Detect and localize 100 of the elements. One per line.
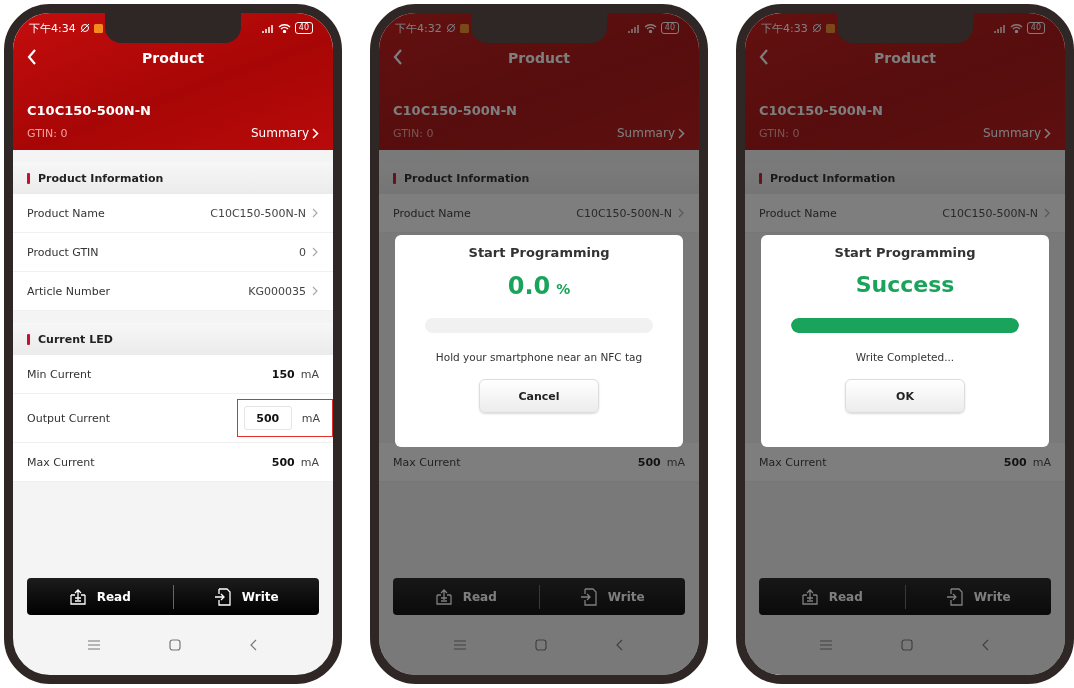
accent-bar xyxy=(27,172,30,184)
signal-icon xyxy=(261,23,274,33)
gtin-label: GTIN: 0 xyxy=(27,126,68,140)
battery-indicator: 40 xyxy=(660,22,679,34)
section-title: Current LED xyxy=(38,332,113,346)
page-title: Product xyxy=(874,50,936,66)
action-button[interactable]: Read xyxy=(759,578,905,615)
home-icon[interactable] xyxy=(535,639,547,651)
chevron-icon xyxy=(312,127,319,139)
accent-bar xyxy=(759,172,762,184)
menu-icon[interactable] xyxy=(87,640,100,650)
status-time: 下午4:33 xyxy=(761,20,808,36)
row-value: 500 xyxy=(637,455,661,469)
unit-label: mA xyxy=(666,455,685,469)
row-label: Product GTIN xyxy=(27,245,99,259)
unit-label: mA xyxy=(300,367,319,381)
status-value: Success xyxy=(855,272,955,297)
dialog-message: Hold your smartphone near an NFC tag xyxy=(435,351,643,363)
battery-indicator: 40 xyxy=(294,22,313,34)
section-title: Product Information xyxy=(404,171,530,185)
row-label: Product Name xyxy=(27,206,105,220)
accent-bar xyxy=(393,172,396,184)
row-value: 500 xyxy=(1003,455,1027,469)
row-label: Product Name xyxy=(393,206,471,220)
product-name: C10C150-500N-N xyxy=(393,103,518,118)
list-row[interactable]: Product GTIN 0 xyxy=(13,233,333,272)
alarm-off-icon xyxy=(445,23,456,33)
list-row[interactable]: Product Name C10C150-500N-N xyxy=(13,194,333,233)
row-label: Product Name xyxy=(759,206,837,220)
app-notification-icon xyxy=(459,23,469,33)
summary-link[interactable]: Summary xyxy=(983,126,1051,140)
document-arrow-icon xyxy=(945,587,964,606)
action-button[interactable]: Read xyxy=(393,578,539,615)
section-title: Product Information xyxy=(38,171,164,185)
action-button[interactable]: Read xyxy=(27,578,173,615)
row-value: 500 xyxy=(271,455,295,469)
unit-label: mA xyxy=(300,455,319,469)
back-button[interactable] xyxy=(393,48,403,66)
page-title: Product xyxy=(508,50,570,66)
row-value: C10C150-500N-N xyxy=(942,206,1038,220)
chevron-icon xyxy=(312,247,319,257)
menu-icon[interactable] xyxy=(819,640,832,650)
chevron-icon xyxy=(312,286,319,296)
page-title: Product xyxy=(142,50,204,66)
percent-unit: % xyxy=(556,281,571,297)
row-label: Max Current xyxy=(393,455,461,469)
section-title: Product Information xyxy=(770,171,896,185)
gtin-label: GTIN: 0 xyxy=(759,126,800,140)
wifi-icon xyxy=(643,23,657,33)
action-button[interactable]: Write xyxy=(173,578,319,615)
action-button[interactable]: Write xyxy=(905,578,1051,615)
dialog-message: Write Completed... xyxy=(855,351,955,363)
action-button[interactable]: Write xyxy=(539,578,685,615)
document-arrow-icon xyxy=(579,587,598,606)
back-icon[interactable] xyxy=(250,639,259,651)
alarm-off-icon xyxy=(79,23,90,33)
alarm-off-icon xyxy=(811,23,822,33)
current-input[interactable]: 500 xyxy=(243,406,292,430)
row-label: Min Current xyxy=(27,367,92,381)
row-value: C10C150-500N-N xyxy=(210,206,306,220)
summary-link[interactable]: Summary xyxy=(617,126,685,140)
chevron-icon xyxy=(1044,208,1051,218)
tray-upload-icon xyxy=(68,587,87,606)
battery-indicator: 40 xyxy=(1026,22,1045,34)
app-notification-icon xyxy=(825,23,835,33)
product-name: C10C150-500N-N xyxy=(27,103,152,118)
app-notification-icon xyxy=(93,23,103,33)
back-icon[interactable] xyxy=(616,639,625,651)
chevron-icon xyxy=(678,127,685,139)
list-row[interactable]: Article Number KG000035 xyxy=(13,272,333,311)
row-value: KG000035 xyxy=(248,284,306,298)
unit-label: mA xyxy=(301,411,320,425)
status-time: 下午4:32 xyxy=(395,20,442,36)
signal-icon xyxy=(627,23,640,33)
row-value: 150 xyxy=(271,367,295,381)
status-value: 0.0 xyxy=(507,272,551,300)
home-icon[interactable] xyxy=(901,639,913,651)
menu-icon[interactable] xyxy=(453,640,466,650)
home-icon[interactable] xyxy=(169,639,181,651)
back-button[interactable] xyxy=(27,48,37,66)
wifi-icon xyxy=(1009,23,1023,33)
tray-upload-icon xyxy=(434,587,453,606)
row-value: 0 xyxy=(299,245,306,259)
chevron-icon xyxy=(312,208,319,218)
chevron-icon xyxy=(678,208,685,218)
row-label: Output Current xyxy=(27,411,111,425)
dialog-button[interactable]: Cancel xyxy=(479,379,599,413)
dialog-title: Start Programming xyxy=(468,245,610,260)
row-value: C10C150-500N-N xyxy=(576,206,672,220)
chevron-icon xyxy=(1044,127,1051,139)
signal-icon xyxy=(993,23,1006,33)
back-icon[interactable] xyxy=(982,639,991,651)
list-row[interactable]: Product Name C10C150-500N-N xyxy=(745,194,1065,233)
unit-label: mA xyxy=(1032,455,1051,469)
summary-link[interactable]: Summary xyxy=(251,126,319,140)
dialog-button[interactable]: OK xyxy=(845,379,965,413)
tray-upload-icon xyxy=(800,587,819,606)
back-button[interactable] xyxy=(759,48,769,66)
list-row[interactable]: Product Name C10C150-500N-N xyxy=(379,194,699,233)
product-name: C10C150-500N-N xyxy=(759,103,884,118)
